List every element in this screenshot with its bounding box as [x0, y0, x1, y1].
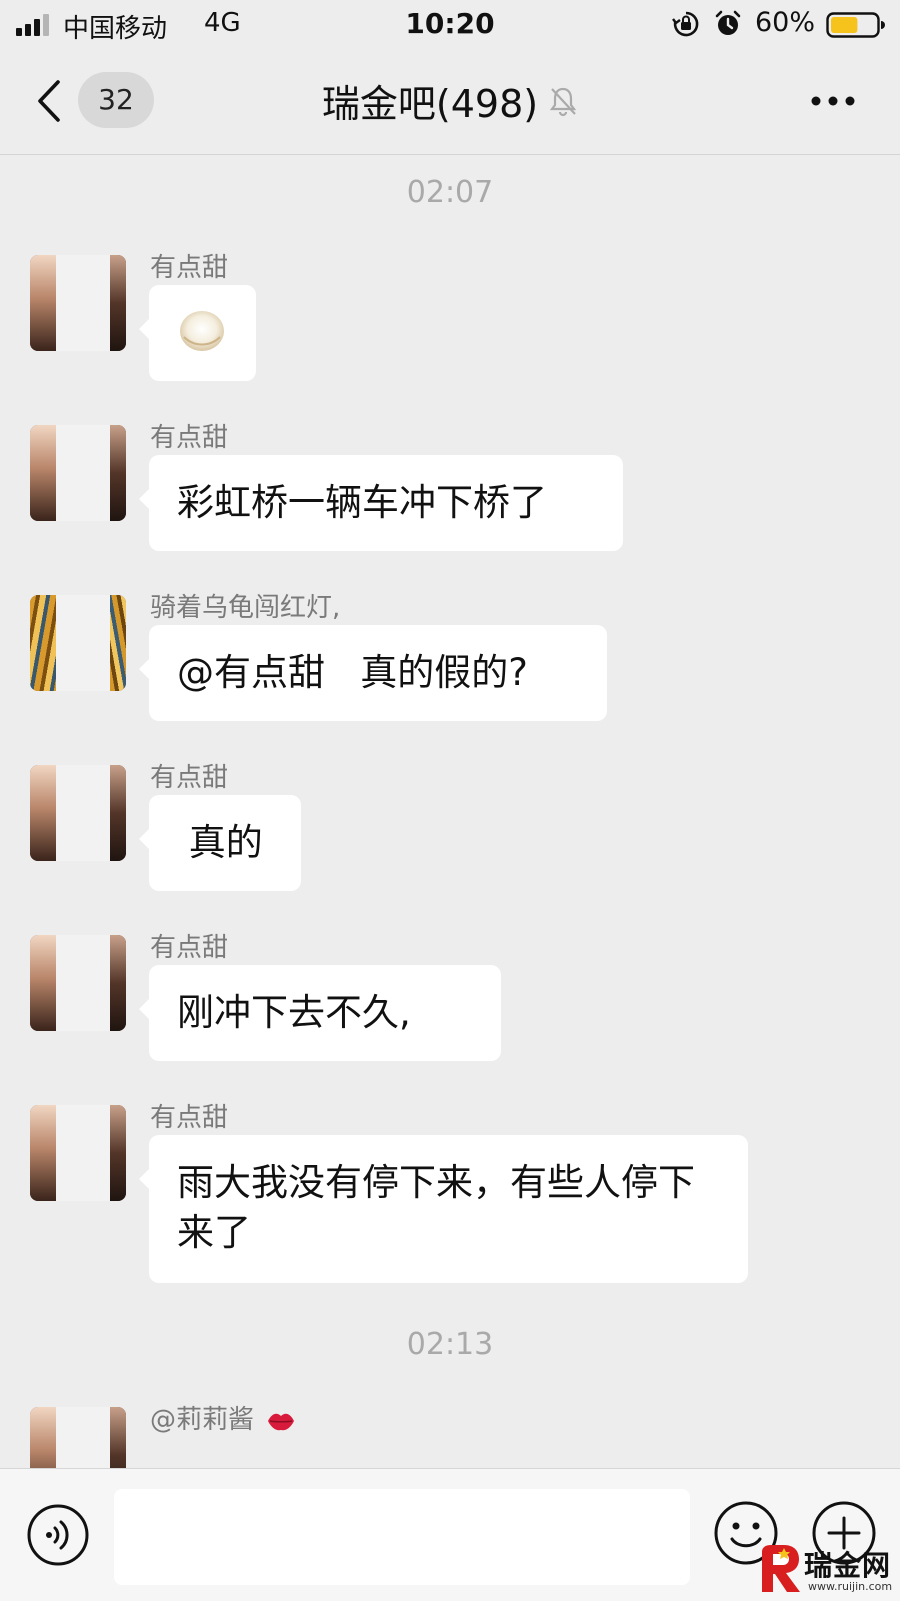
avatar[interactable] — [30, 595, 126, 691]
back-chevron-icon[interactable] — [30, 78, 70, 124]
avatar[interactable] — [30, 1105, 126, 1201]
site-watermark: 瑞金网 www.ruijin.com — [754, 1530, 900, 1600]
avatar[interactable] — [30, 765, 126, 861]
rotation-lock-icon — [672, 11, 699, 37]
ruijin-logo-icon — [762, 1545, 800, 1592]
sender-name: @莉莉酱 — [150, 1399, 296, 1436]
avatar[interactable] — [30, 255, 126, 351]
group-name: 瑞金吧(498) — [321, 82, 539, 126]
sticker-icon — [180, 311, 224, 351]
battery-icon — [826, 12, 885, 38]
watermark-name: 瑞金网 — [804, 1549, 892, 1582]
sticker-bubble[interactable] — [139, 285, 256, 381]
sender-name: 骑着乌龟闯红灯, — [150, 593, 341, 623]
battery-percent: 60% — [755, 7, 816, 38]
avatar[interactable] — [30, 1407, 126, 1468]
avatar[interactable] — [30, 425, 126, 521]
message-bubble[interactable]: 刚冲下去不久, — [139, 965, 501, 1061]
voice-input-icon[interactable] — [26, 1503, 90, 1567]
message-timestamp: 02:13 — [406, 1327, 494, 1362]
chat-header: 32 瑞金吧(498) — [0, 48, 900, 155]
message-bubble[interactable]: 雨大我没有停下来，有些人停下来了 — [139, 1135, 748, 1283]
more-options-icon[interactable] — [808, 86, 858, 116]
message-timestamp: 02:07 — [406, 175, 494, 210]
watermark-url: www.ruijin.com — [808, 1580, 893, 1593]
message-bubble[interactable]: @有点甜 真的假的? — [139, 625, 607, 721]
avatar[interactable] — [30, 935, 126, 1031]
status-bar: 中国移动 4G 10:20 60% — [0, 0, 900, 48]
sender-name: 有点甜 — [150, 253, 229, 283]
unread-count-badge[interactable]: 32 — [78, 72, 154, 128]
sender-name: 有点甜 — [150, 423, 229, 453]
message-list[interactable]: 02:07 有点甜 有点甜 彩虹桥一辆车冲下桥了 骑着乌龟闯红灯, @有点甜 真… — [0, 155, 900, 1468]
sender-name: 有点甜 — [150, 1103, 229, 1133]
alarm-icon — [715, 10, 741, 35]
sender-name-text: @莉莉酱 — [150, 1405, 255, 1435]
group-title: 瑞金吧(498) — [250, 73, 650, 128]
sender-name: 有点甜 — [150, 763, 229, 793]
kiss-lips-icon — [268, 1413, 295, 1430]
mute-bell-icon — [549, 87, 577, 116]
message-input[interactable] — [114, 1489, 690, 1585]
chat-screen: 中国移动 4G 10:20 60% 32 瑞金吧(498) 02:07 有点甜 … — [0, 0, 900, 1601]
message-bubble[interactable]: 彩虹桥一辆车冲下桥了 — [139, 455, 623, 551]
sender-name: 有点甜 — [150, 933, 229, 963]
message-bubble[interactable]: 真的 — [139, 795, 301, 891]
